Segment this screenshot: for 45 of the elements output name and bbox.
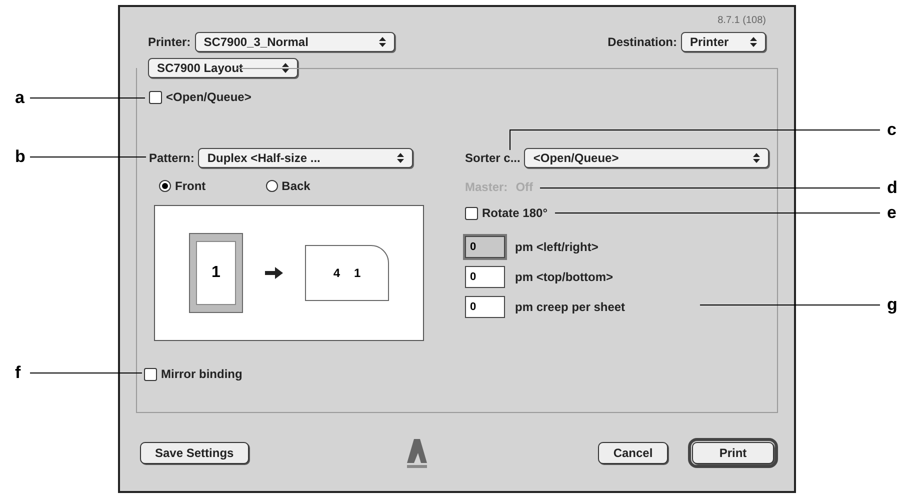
page-number: 1 [354,265,361,282]
field-label: Destination: [608,34,677,51]
button[interactable]: Save Settings [140,442,249,464]
checkbox[interactable] [144,368,157,380]
page-number: 4 [333,265,340,282]
callout-letter: d [887,179,898,196]
field-label: Pattern: [149,150,194,167]
input-field[interactable]: 0 [465,236,505,258]
callout-letter: a [15,89,24,106]
checkbox[interactable] [149,90,162,104]
callout-letter: f [15,364,21,381]
updown-arrow-icon [282,63,289,73]
updown-arrow-icon [750,37,757,47]
checkbox-label: Rotate 180° [482,205,548,222]
page-number: 1 [212,263,220,283]
arrow-icon [265,267,283,279]
logo-icon [405,437,429,469]
pattern-dropdown[interactable]: Duplex <Half-size ... [198,148,414,168]
updown-arrow-icon [397,153,404,163]
sorter-dropdown[interactable]: <Open/Queue> [524,148,770,168]
callout-letter: b [15,148,26,165]
version-text: 8.7.1 (108) [718,14,766,28]
updown-arrow-icon [753,153,760,163]
checkbox-label: <Open/Queue> [166,89,252,106]
panel-dropdown[interactable]: SC7900 Layout [148,58,298,78]
output-dropdown[interactable]: Printer [681,32,766,52]
field-label: Sorter c... [465,150,520,167]
callout-letter: e [887,204,896,221]
checkbox[interactable] [465,206,478,220]
radio-label: Front [175,178,206,195]
updown-arrow-icon [378,37,386,47]
radio-button[interactable] [266,180,278,192]
field-label: pm <top/bottom> [515,269,613,286]
checkbox-label: Mirror binding [161,366,242,383]
callout-letter: c [887,121,896,138]
radio-button[interactable] [159,180,171,192]
queue-dropdown[interactable]: SC7900_3_Normal [194,32,395,52]
button[interactable]: Cancel [598,442,668,464]
field-label: pm creep per sheet [515,299,626,316]
field-label: pm <left/right> [515,239,598,256]
callout-letter: g [887,296,898,313]
field-label: Printer: [148,34,191,51]
radio-label: Back [282,178,310,195]
input-field[interactable]: 0 [465,266,505,288]
input-field[interactable]: 0 [465,296,505,318]
